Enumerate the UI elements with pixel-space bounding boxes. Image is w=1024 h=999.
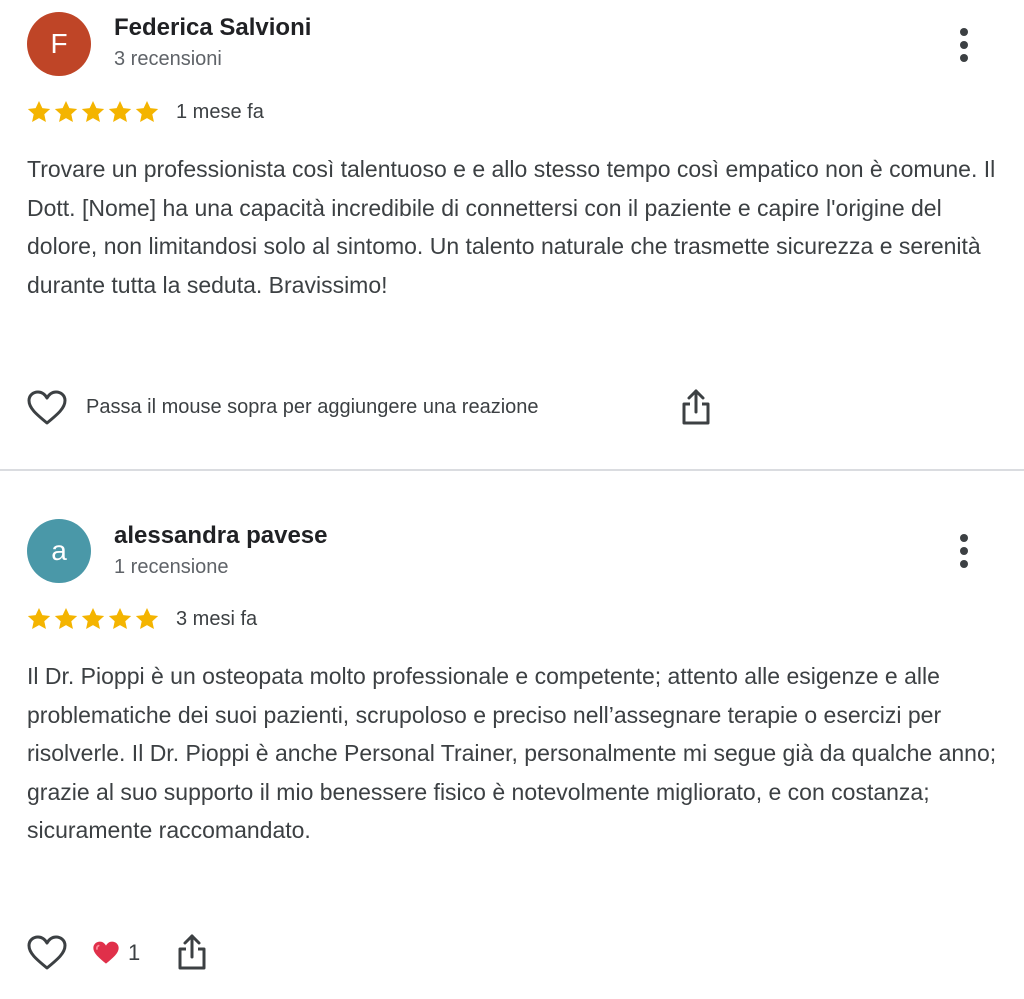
star-icon xyxy=(108,607,132,629)
review-card: F Federica Salvioni 3 recensioni 1 mese … xyxy=(0,0,1024,470)
star-icon xyxy=(108,100,132,122)
reaction-hint: Passa il mouse sopra per aggiungere una … xyxy=(86,396,539,418)
star-icon xyxy=(135,607,159,629)
author-name[interactable]: alessandra pavese xyxy=(114,522,327,550)
review-card: a alessandra pavese 1 recensione 3 mesi … xyxy=(0,472,1024,999)
reaction-count: 1 xyxy=(128,940,141,965)
share-icon xyxy=(178,934,206,970)
star-icon xyxy=(54,100,78,122)
review-text: Il Dr. Pioppi è un osteopata molto profe… xyxy=(27,663,997,843)
share-button[interactable] xyxy=(680,388,712,426)
star-rating xyxy=(26,99,160,125)
red-heart-icon xyxy=(93,941,119,964)
review-text: Trovare un professionista così talentuos… xyxy=(27,156,996,298)
share-button[interactable] xyxy=(176,933,208,971)
star-rating xyxy=(26,606,160,632)
avatar[interactable]: F xyxy=(27,12,91,76)
review-count[interactable]: 1 recensione xyxy=(114,556,229,579)
heart-outline-icon xyxy=(27,390,67,425)
react-button[interactable] xyxy=(26,934,68,972)
heart-reaction-chip[interactable]: 1 xyxy=(92,933,140,973)
more-options-button[interactable] xyxy=(946,25,982,65)
review-count[interactable]: 3 recensioni xyxy=(114,48,222,71)
divider xyxy=(0,469,1024,471)
author-name[interactable]: Federica Salvioni xyxy=(114,14,311,42)
share-icon xyxy=(682,389,710,425)
star-icon xyxy=(27,100,51,122)
star-icon xyxy=(54,607,78,629)
star-icon xyxy=(135,100,159,122)
more-options-button[interactable] xyxy=(946,531,982,571)
heart-outline-icon xyxy=(27,935,67,970)
star-icon xyxy=(27,607,51,629)
react-button[interactable] xyxy=(26,389,68,427)
avatar[interactable]: a xyxy=(27,519,91,583)
star-icon xyxy=(81,607,105,629)
star-icon xyxy=(81,100,105,122)
review-date: 3 mesi fa xyxy=(176,608,258,630)
review-date: 1 mese fa xyxy=(176,101,264,123)
